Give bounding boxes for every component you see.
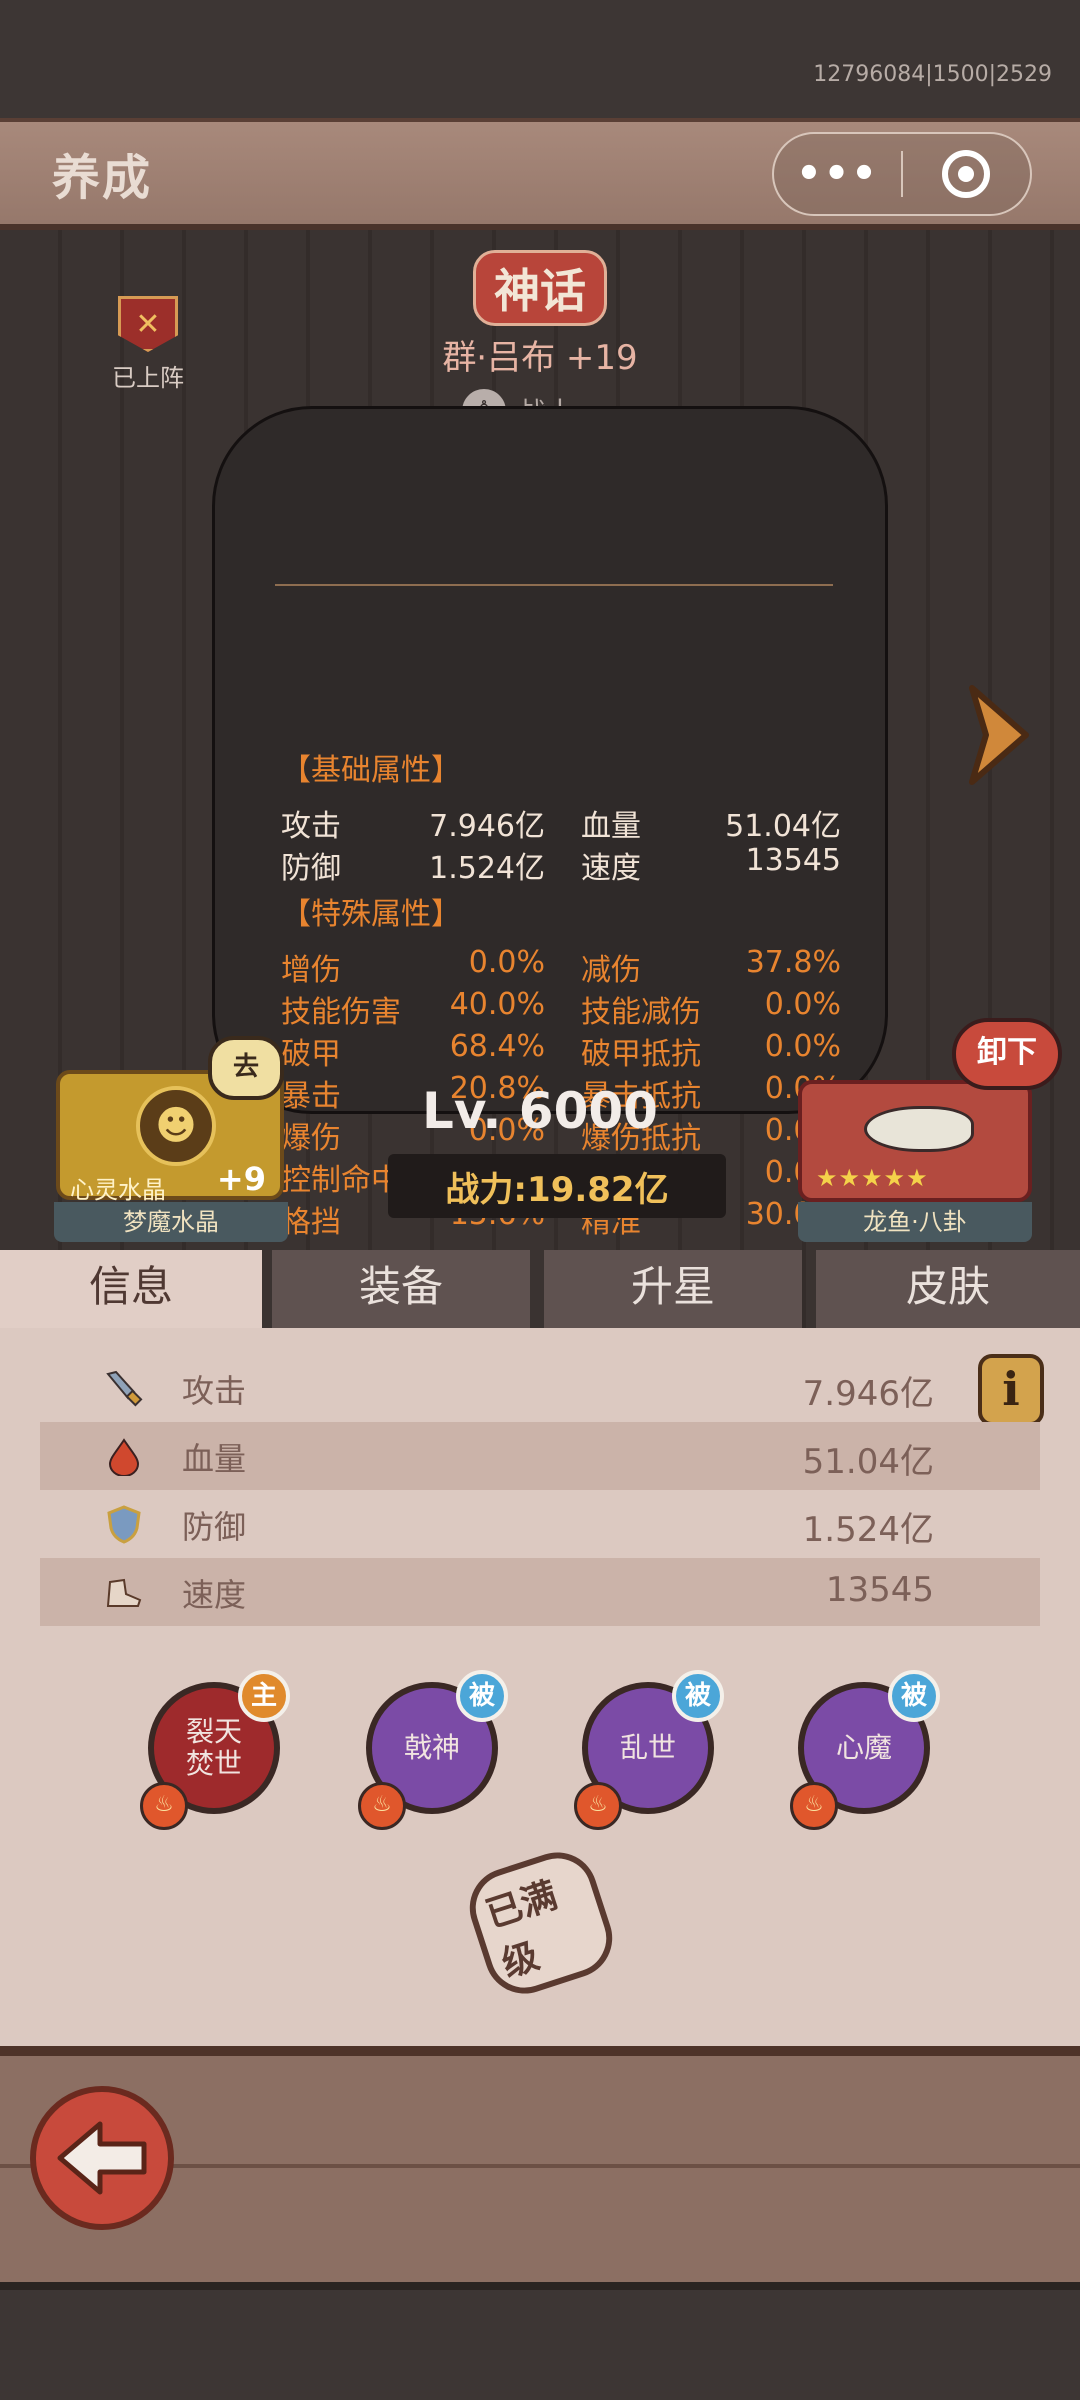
attr-value: 68.4% (449, 1029, 545, 1064)
hero-name: 群·吕布 +19 (442, 338, 638, 378)
more-menu-icon[interactable]: ••• (774, 154, 901, 194)
attr-value: 0.0% (468, 945, 545, 980)
skill-name: 心魔 (835, 1731, 892, 1764)
attr-name: 攻击 (281, 809, 341, 844)
special-attr-title: 【特殊属性】 (281, 897, 461, 932)
boot-icon (106, 1578, 142, 1607)
attribute-row: 增伤 0.0% 减伤 37.8% (281, 945, 841, 988)
bottom-strip (0, 2282, 1080, 2400)
attr-value: 0.0% (764, 987, 841, 1022)
attr-value: 51.04亿 (802, 1442, 934, 1482)
popup-divider (275, 584, 833, 586)
attr-value: 37.8% (745, 945, 841, 980)
next-hero-arrow-icon[interactable] (962, 680, 1034, 790)
gem-name: 心灵水晶 (70, 1176, 166, 1204)
skill-name: 乱世 (619, 1731, 676, 1764)
maxed-label: 已满级 (459, 1842, 623, 2004)
gem-label: 梦魔水晶 (54, 1202, 288, 1242)
flame-icon: ♨ (140, 1782, 188, 1830)
skill-type-badge: 被 (888, 1670, 940, 1722)
attr-name: 技能减伤 (581, 995, 701, 1030)
maxed-stamp: 已满级 (459, 1842, 623, 2004)
flame-icon: ♨ (574, 1782, 622, 1830)
tab-equipment[interactable]: 装备 (272, 1250, 530, 1328)
skill-passive-2[interactable]: 乱世 被 ♨ (574, 1670, 724, 1830)
attr-value: 7.946亿 (802, 1374, 934, 1414)
gem-level: +9 (216, 1160, 266, 1198)
attr-value: 13545 (825, 1570, 934, 1610)
flame-icon: ♨ (358, 1782, 406, 1830)
attr-value: 51.04亿 (725, 809, 841, 844)
attr-row-attack: 攻击 7.946亿 (40, 1354, 1040, 1422)
status-strip: 12796084|1500|2529 (0, 0, 1080, 118)
skill-type-badge: 被 (672, 1670, 724, 1722)
skill-passive-3[interactable]: 心魔 被 ♨ (790, 1670, 940, 1830)
skill-main[interactable]: 裂天焚世 主 ♨ (140, 1670, 290, 1830)
shield-icon (107, 1505, 141, 1544)
attr-name: 破甲抵抗 (581, 1037, 701, 1072)
attr-name: 减伤 (581, 953, 641, 988)
blood-icon (108, 1438, 140, 1476)
wooden-floor (0, 2046, 1080, 2282)
back-arrow-icon (57, 2121, 147, 2195)
skill-name: 戟神 (403, 1731, 460, 1764)
skill-name: 裂天焚世 (185, 1715, 242, 1780)
attr-name: 血量 (581, 809, 641, 844)
combat-power: 战力: 19.82亿 (388, 1154, 726, 1218)
attr-name: 格挡 (281, 1205, 341, 1240)
header-bar: 养成 ••• (0, 118, 1080, 230)
hero-area: ✕ 已上阵 神话 群·吕布 +19 ♙ 战士 【基础属性】 【特殊属性】 攻击7… (0, 230, 1080, 1250)
attr-row-hp: 血量 51.04亿 (40, 1422, 1040, 1490)
sword-icon (106, 1370, 143, 1407)
attribute-row: 破甲 68.4% 破甲抵抗 0.0% (281, 1029, 841, 1072)
close-miniprogram-icon[interactable] (903, 148, 1030, 200)
unequip-button[interactable]: 卸下 (952, 1018, 1062, 1090)
build-id-text: 12796084|1500|2529 (813, 62, 1052, 87)
attr-name: 速度 (581, 851, 641, 886)
attr-name: 技能伤害 (281, 995, 401, 1030)
skill-passive-1[interactable]: 戟神 被 ♨ (358, 1670, 508, 1830)
hero-level: Lv. 6000 (422, 1082, 658, 1140)
attr-name: 控制命中 (281, 1163, 401, 1198)
attr-row-defense: 防御 1.524亿 (40, 1490, 1040, 1558)
power-label: 战力: (445, 1169, 528, 1210)
attr-value: 1.524亿 (429, 851, 545, 886)
attr-label: 防御 (182, 1508, 247, 1546)
mount-stars: ★★★★★ (816, 1164, 929, 1192)
attr-value: 0.0% (764, 1029, 841, 1064)
tab-star-up[interactable]: 升星 (544, 1250, 802, 1328)
attr-name: 防御 (281, 851, 341, 886)
flame-icon: ♨ (790, 1782, 838, 1830)
skill-type-badge: 被 (456, 1670, 508, 1722)
info-panel: i 攻击 7.946亿 血量 51.04亿 防御 1.524亿 速度 13545… (0, 1328, 1080, 2046)
attr-name: 增伤 (281, 953, 341, 988)
attr-row-speed: 速度 13545 (40, 1558, 1040, 1626)
attribute-row: 技能伤害 40.0% 技能减伤 0.0% (281, 987, 841, 1030)
app-root: 12796084|1500|2529 养成 ••• ✕ 已上阵 神话 群·吕布 … (0, 0, 1080, 2400)
back-button[interactable] (30, 2086, 174, 2230)
page-title: 养成 (52, 150, 153, 206)
attr-value: 7.946亿 (429, 809, 545, 844)
rarity-badge: 神话 (440, 250, 640, 326)
skill-type-badge: 主 (238, 1670, 290, 1722)
attr-label: 攻击 (182, 1372, 247, 1410)
attr-value: 1.524亿 (802, 1510, 934, 1550)
tab-info[interactable]: 信息 (0, 1250, 262, 1328)
tab-bar: 信息 装备 升星 皮肤 (0, 1250, 1080, 1328)
miniprogram-capsule: ••• (772, 132, 1032, 216)
basic-attr-title: 【基础属性】 (281, 753, 461, 788)
power-value: 19.82亿 (527, 1169, 669, 1210)
rarity-text: 神话 (473, 250, 607, 326)
tab-skins[interactable]: 皮肤 (816, 1250, 1080, 1328)
attribute-row: 防御 1.524亿 速度 13545 (281, 843, 841, 886)
attr-label: 速度 (182, 1576, 247, 1614)
attribute-row: 攻击 7.946亿 血量 51.04亿 (281, 801, 841, 844)
attr-value: 40.0% (449, 987, 545, 1022)
attr-name: 破甲 (281, 1037, 341, 1072)
mount-label: 龙鱼·八卦 (798, 1202, 1032, 1242)
attribute-popup: 【基础属性】 【特殊属性】 攻击 7.946亿 血量 51.04亿防御 1.524亿 速度… (212, 406, 888, 1240)
attr-label: 血量 (182, 1440, 247, 1478)
attr-value: 13545 (745, 843, 841, 878)
